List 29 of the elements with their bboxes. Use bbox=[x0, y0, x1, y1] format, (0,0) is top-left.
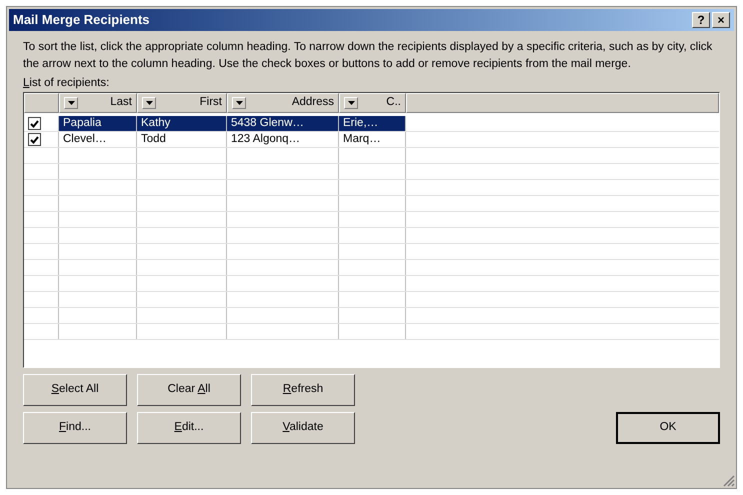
dialog-button[interactable]: Refresh bbox=[251, 374, 355, 406]
dialog-button[interactable]: Edit... bbox=[137, 412, 241, 444]
instructions-text: To sort the list, click the appropriate column heading. To narrow down the recipients displayed by a specific criteria, such as by city, click the arrow next to the column heading. Use the check boxes or buttons to add or remove recipients from the mail merge. bbox=[23, 40, 714, 72]
dialog-button[interactable]: Find... bbox=[23, 412, 127, 444]
window-title: Mail Merge Recipients bbox=[13, 11, 151, 30]
table-cell: Marq… bbox=[339, 132, 406, 147]
dialog-button[interactable]: Clear All bbox=[137, 374, 241, 406]
table-cell: Todd bbox=[137, 132, 227, 147]
list-label: List of recipients: bbox=[23, 76, 110, 91]
table-cell: Kathy bbox=[137, 116, 227, 131]
table-cell: 123 Algonq… bbox=[227, 132, 339, 147]
column-header[interactable]: Address bbox=[227, 93, 339, 113]
column-header[interactable]: Last bbox=[59, 93, 137, 113]
table-row[interactable]: Clevel… Todd 123 Algonq… Marq… bbox=[24, 132, 719, 148]
ok-button[interactable]: OK bbox=[616, 412, 720, 444]
column-header[interactable]: First bbox=[137, 93, 227, 113]
table-cell: Erie,… bbox=[339, 116, 406, 131]
dialog-button[interactable]: Validate bbox=[251, 412, 355, 444]
table-cell: Clevel… bbox=[59, 132, 137, 147]
close-button[interactable]: × bbox=[712, 12, 730, 28]
checkbox[interactable] bbox=[28, 117, 41, 130]
table-cell: 5438 Glenw… bbox=[227, 116, 339, 131]
resize-grip-icon[interactable] bbox=[723, 475, 735, 487]
table-row[interactable]: Papalia Kathy 5438 Glenw… Erie,… bbox=[24, 116, 719, 132]
checkbox[interactable] bbox=[28, 133, 41, 146]
help-button[interactable]: ? bbox=[692, 12, 710, 28]
dialog-button[interactable]: Select All bbox=[23, 374, 127, 406]
column-header[interactable]: C.. bbox=[339, 93, 406, 113]
table-cell: Papalia bbox=[59, 116, 137, 131]
